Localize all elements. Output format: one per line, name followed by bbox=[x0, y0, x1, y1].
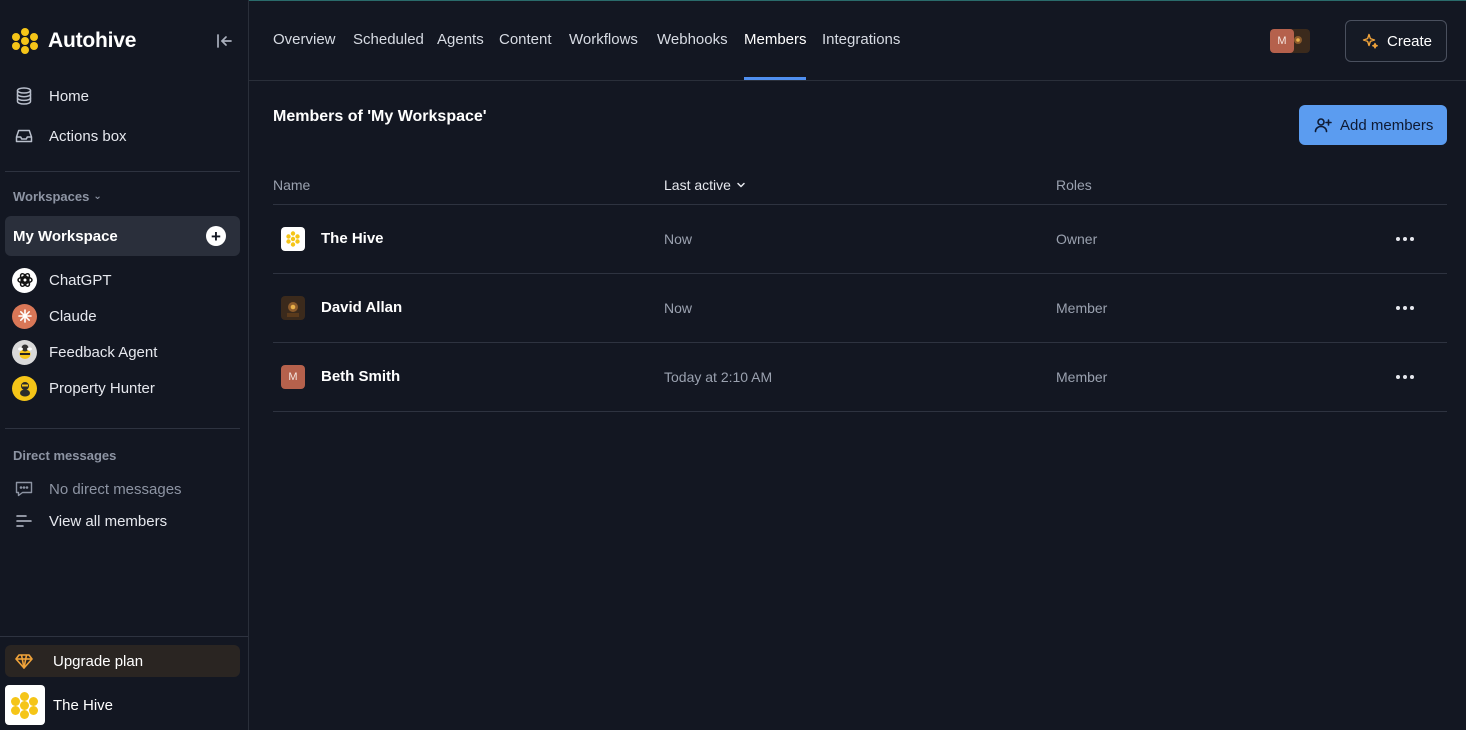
diamond-icon bbox=[15, 652, 33, 670]
column-header-name: Name bbox=[273, 177, 311, 193]
sidebar-agent-claude[interactable]: Claude bbox=[12, 303, 97, 329]
hive-avatar-icon bbox=[281, 227, 305, 251]
sidebar-divider bbox=[5, 171, 240, 172]
add-members-label: Add members bbox=[1340, 116, 1434, 134]
tab-workflows[interactable]: Workflows bbox=[569, 31, 638, 48]
workspace-members-avatars[interactable]: M bbox=[1270, 29, 1310, 53]
member-role: Member bbox=[1056, 300, 1108, 316]
no-direct-messages: No direct messages bbox=[12, 477, 182, 501]
no-direct-messages-label: No direct messages bbox=[49, 480, 182, 498]
member-role: Member bbox=[1056, 369, 1108, 385]
upgrade-plan-button[interactable]: Upgrade plan bbox=[5, 645, 240, 677]
list-icon bbox=[12, 509, 36, 533]
table-row: M Beth Smith Today at 2:10 AM Member bbox=[273, 343, 1447, 411]
hive-avatar-icon bbox=[5, 685, 45, 725]
table-row-divider bbox=[273, 411, 1447, 412]
sidebar-agent-feedback-agent[interactable]: Feedback Agent bbox=[12, 339, 157, 365]
column-header-last-active[interactable]: Last active bbox=[664, 177, 746, 193]
bee-avatar-icon bbox=[12, 375, 37, 401]
message-square-icon bbox=[12, 477, 36, 501]
direct-messages-label-text: Direct messages bbox=[13, 448, 117, 463]
add-members-button[interactable]: Add members bbox=[1299, 105, 1447, 145]
more-options-icon[interactable] bbox=[1391, 365, 1419, 389]
sidebar: Autohive Home Actions box Workspaces ⌄ M… bbox=[0, 0, 249, 730]
sidebar-divider bbox=[0, 636, 248, 637]
current-user-name: The Hive bbox=[53, 696, 114, 714]
workspace-label: My Workspace bbox=[13, 227, 118, 245]
tab-agents[interactable]: Agents bbox=[437, 31, 484, 48]
add-agent-icon[interactable]: + bbox=[206, 226, 226, 246]
sidebar-item-label: Home bbox=[49, 87, 90, 105]
direct-messages-label: Direct messages bbox=[13, 448, 116, 463]
sidebar-agent-property-hunter[interactable]: Property Hunter bbox=[12, 375, 155, 401]
brand-name: Autohive bbox=[48, 29, 137, 52]
tab-content[interactable]: Content bbox=[499, 31, 552, 48]
member-initial-avatar: M bbox=[281, 365, 305, 389]
tab-overview[interactable]: Overview bbox=[273, 31, 336, 48]
column-header-label: Last active bbox=[664, 177, 731, 193]
inbox-icon bbox=[12, 124, 36, 148]
chatgpt-icon bbox=[12, 267, 37, 293]
view-all-members-label: View all members bbox=[49, 512, 168, 530]
workspaces-label: Workspaces bbox=[13, 189, 90, 204]
table-row: David Allan Now Member bbox=[273, 274, 1447, 342]
sidebar-item-home[interactable]: Home bbox=[12, 82, 89, 110]
user-plus-icon bbox=[1314, 116, 1332, 134]
tab-integrations[interactable]: Integrations bbox=[822, 31, 900, 48]
autohive-logo-icon bbox=[12, 28, 38, 54]
member-role: Owner bbox=[1056, 231, 1098, 247]
member-last-active: Now bbox=[664, 231, 693, 247]
sidebar-agent-label: ChatGPT bbox=[49, 271, 112, 289]
sidebar-agent-label: Claude bbox=[49, 307, 97, 325]
chevron-down-icon bbox=[737, 182, 745, 188]
more-options-icon[interactable] bbox=[1391, 296, 1419, 320]
member-name: Beth Smith bbox=[321, 368, 401, 385]
table-row: The Hive Now Owner bbox=[273, 205, 1447, 273]
sidebar-item-label: Actions box bbox=[49, 127, 127, 145]
collapse-sidebar-icon[interactable] bbox=[214, 31, 236, 51]
workspace-item-my-workspace[interactable]: My Workspace + bbox=[5, 216, 240, 256]
page-title: Members of 'My Workspace' bbox=[273, 108, 487, 125]
brand[interactable]: Autohive bbox=[12, 28, 136, 54]
member-photo-avatar bbox=[281, 296, 305, 320]
tab-webhooks[interactable]: Webhooks bbox=[657, 31, 728, 48]
create-button[interactable]: Create bbox=[1345, 20, 1447, 62]
more-options-icon[interactable] bbox=[1391, 227, 1419, 251]
sidebar-item-actions-box[interactable]: Actions box bbox=[12, 122, 127, 150]
tab-scheduled[interactable]: Scheduled bbox=[353, 31, 424, 48]
member-last-active: Now bbox=[664, 300, 693, 316]
tab-members[interactable]: Members bbox=[744, 31, 807, 48]
upgrade-plan-label: Upgrade plan bbox=[53, 652, 144, 670]
member-last-active: Today at 2:10 AM bbox=[664, 369, 773, 385]
sidebar-agent-chatgpt[interactable]: ChatGPT bbox=[12, 267, 112, 293]
workspaces-toggle[interactable]: Workspaces ⌄ bbox=[13, 189, 102, 204]
database-icon bbox=[12, 84, 36, 108]
column-header-roles: Roles bbox=[1056, 177, 1092, 193]
sidebar-agent-label: Feedback Agent bbox=[49, 343, 158, 361]
create-label: Create bbox=[1387, 32, 1433, 50]
member-name: David Allan bbox=[321, 299, 403, 316]
sparkle-icon bbox=[1361, 32, 1379, 50]
chevron-down-icon: ⌄ bbox=[93, 191, 102, 202]
member-name: The Hive bbox=[321, 230, 384, 247]
sidebar-agent-label: Property Hunter bbox=[49, 379, 155, 397]
view-all-members-link[interactable]: View all members bbox=[12, 509, 167, 533]
sidebar-divider bbox=[5, 428, 240, 429]
bee-avatar-icon bbox=[12, 339, 37, 365]
current-user[interactable]: The Hive bbox=[5, 685, 113, 725]
active-tab-indicator bbox=[744, 77, 806, 80]
member-initial-avatar: M bbox=[1270, 29, 1294, 53]
claude-icon bbox=[12, 303, 37, 329]
